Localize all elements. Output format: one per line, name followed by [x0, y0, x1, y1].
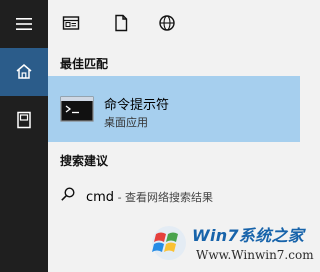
- document-icon: [17, 111, 31, 129]
- best-match-heading: 最佳匹配: [60, 57, 109, 71]
- suggestion-suffix: - 查看网络搜索结果: [114, 191, 214, 204]
- left-rail: [0, 0, 48, 272]
- hamburger-menu-button[interactable]: [0, 0, 48, 48]
- suggestion-text: cmd - 查看网络搜索结果: [86, 186, 213, 205]
- windows-logo-icon: [152, 226, 186, 260]
- search-icon: [60, 186, 76, 202]
- search-filter-bar: [48, 0, 300, 46]
- app-type: 桌面应用: [104, 116, 148, 129]
- watermark-brand: Win7系统之家: [192, 226, 305, 245]
- tab-apps[interactable]: [62, 14, 80, 32]
- documents-icon: [115, 14, 128, 32]
- apps-icon: [62, 16, 80, 30]
- hamburger-icon: [16, 18, 32, 30]
- documents-button[interactable]: [0, 96, 48, 144]
- home-button[interactable]: [0, 48, 48, 96]
- command-prompt-icon: [60, 96, 94, 122]
- best-match-result[interactable]: 命令提示符 桌面应用: [48, 76, 300, 142]
- watermark-url: Www.Winwin7.com: [196, 248, 314, 262]
- home-icon: [16, 64, 32, 79]
- tab-web[interactable]: [158, 14, 176, 32]
- search-suggestions-heading: 搜索建议: [60, 154, 109, 168]
- web-search-suggestion[interactable]: cmd - 查看网络搜索结果: [48, 178, 300, 210]
- app-name: 命令提示符: [104, 98, 170, 113]
- watermark: Win7系统之家 Www.Winwin7.com: [150, 220, 320, 272]
- tab-documents[interactable]: [112, 14, 130, 32]
- suggestion-query: cmd: [86, 190, 115, 205]
- web-icon: [159, 15, 175, 31]
- search-panel: 最佳匹配 命令提示符 桌面应用 搜索建议 cmd - 查看网络搜索结果 Win7…: [48, 0, 314, 272]
